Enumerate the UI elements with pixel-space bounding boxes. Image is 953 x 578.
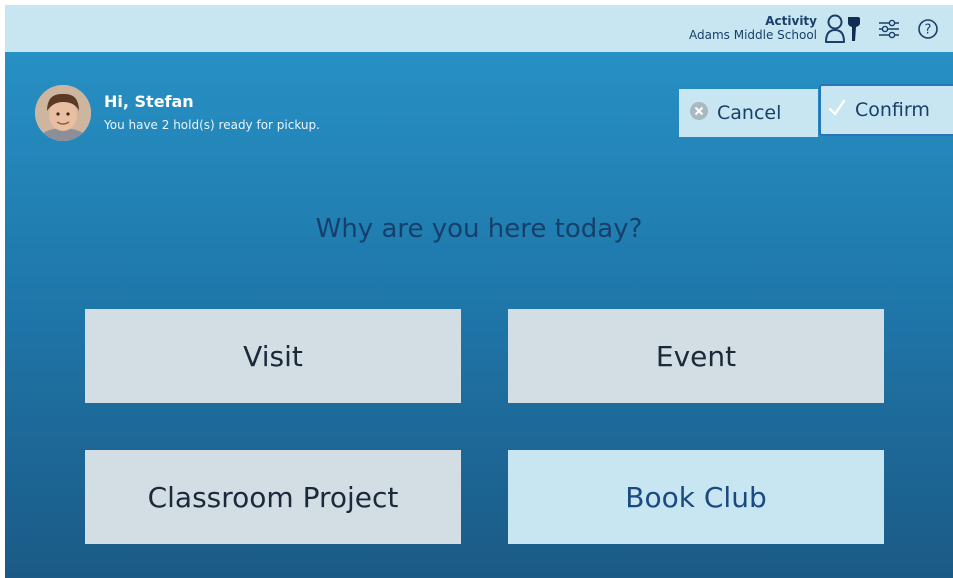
- patron-greeting: Hi, Stefan: [104, 92, 194, 111]
- context-title: Activity: [765, 14, 817, 28]
- context-subtitle: Adams Middle School: [688, 28, 817, 42]
- confirm-button[interactable]: Confirm: [819, 84, 953, 136]
- choice-visit-button[interactable]: Visit: [85, 309, 461, 403]
- cancel-icon: [689, 101, 709, 125]
- patron-switch-icon[interactable]: [823, 5, 863, 52]
- app-frame: Activity Adams Middle School ? Hi, Stefa…: [5, 5, 953, 578]
- context-info: Activity Adams Middle School: [689, 14, 817, 43]
- cancel-label: Cancel: [717, 102, 782, 124]
- patron-holds-message: You have 2 hold(s) ready for pickup.: [104, 118, 320, 132]
- cancel-button[interactable]: Cancel: [679, 89, 818, 137]
- visit-reason-prompt: Why are you here today?: [315, 214, 643, 244]
- help-icon[interactable]: ?: [913, 5, 943, 52]
- choice-classroom-project-button[interactable]: Classroom Project: [85, 450, 461, 544]
- settings-sliders-icon[interactable]: [873, 5, 905, 52]
- choice-book-club-button[interactable]: Book Club: [508, 450, 884, 544]
- patron-avatar: [35, 85, 91, 141]
- svg-text:?: ?: [925, 22, 932, 37]
- confirm-label: Confirm: [855, 99, 930, 121]
- main-panel: Hi, Stefan You have 2 hold(s) ready for …: [5, 52, 953, 578]
- choice-event-button[interactable]: Event: [508, 309, 884, 403]
- top-bar: Activity Adams Middle School ?: [5, 5, 953, 52]
- checkmark-icon: [827, 98, 847, 122]
